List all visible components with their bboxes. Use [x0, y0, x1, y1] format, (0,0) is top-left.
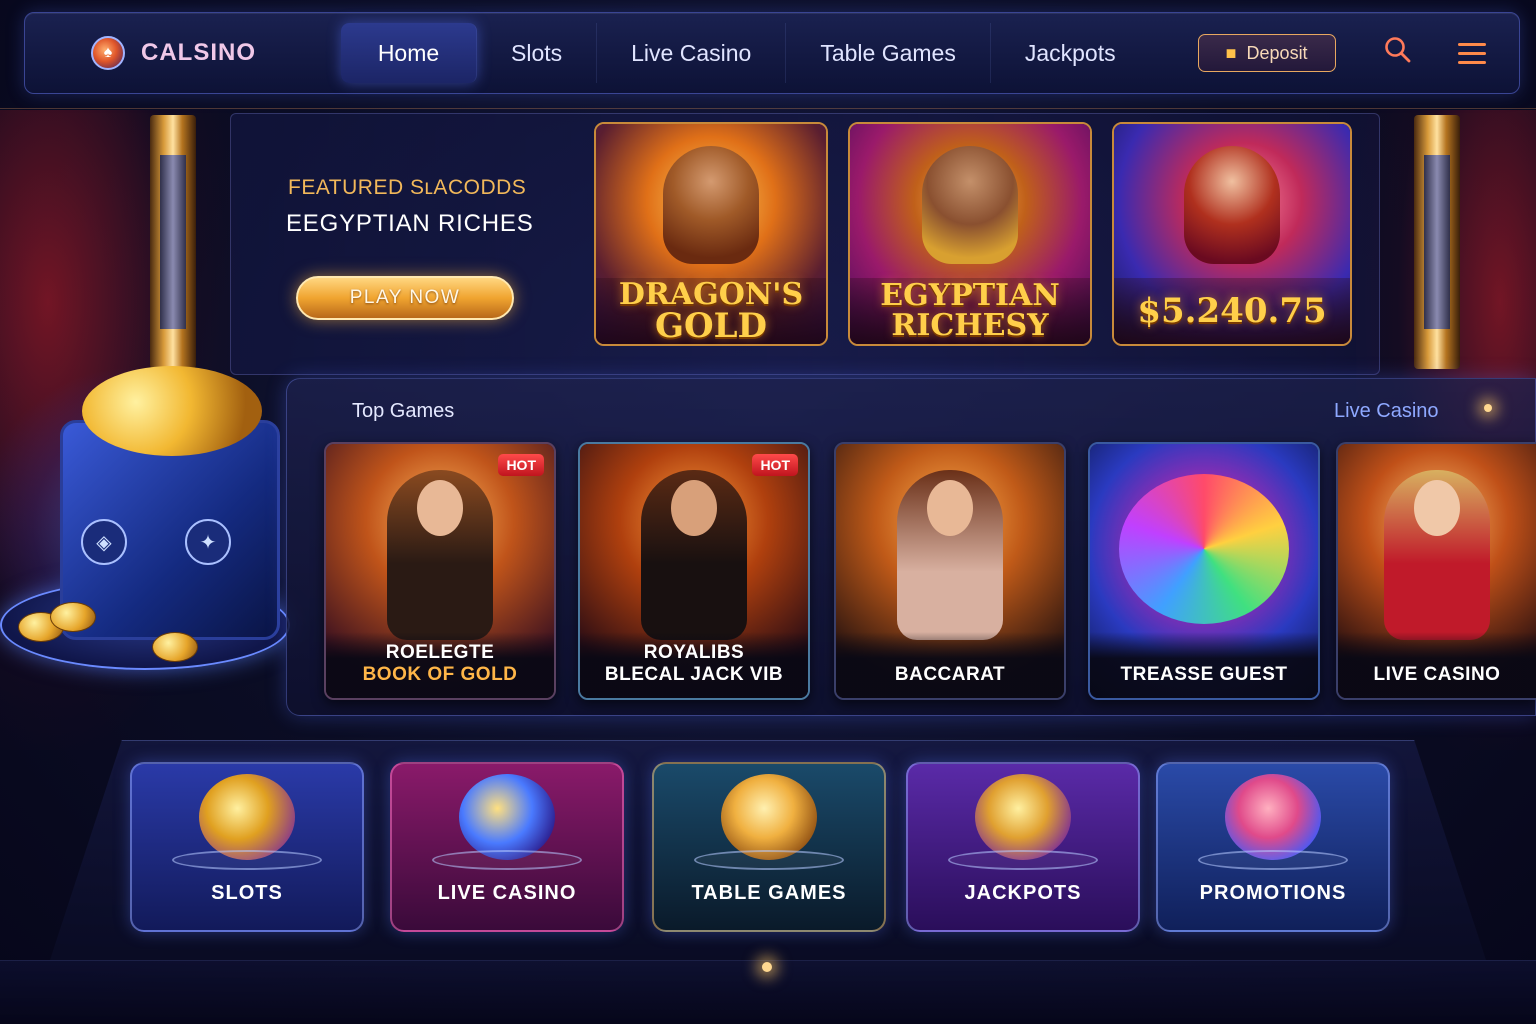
- gold-pillar-left: [150, 115, 196, 369]
- game-title-line1: BACCARAT: [894, 664, 1006, 685]
- category-tile-promotions[interactable]: PROMOTIONS: [1156, 762, 1390, 932]
- card-caption: EGYPTIAN RICHESY: [850, 278, 1090, 344]
- character-figure: [1184, 146, 1280, 264]
- card-caption: $5.240.75: [1114, 278, 1350, 344]
- game-card[interactable]: LIVE CASINO: [1336, 442, 1536, 700]
- dealer-figure: [1384, 470, 1490, 640]
- card-title-line2: RICHESY: [891, 308, 1049, 343]
- light-spark: [762, 962, 772, 972]
- top-navbar: ♠ CALSINO Home Slots Live Casino Table G…: [24, 12, 1520, 94]
- game-card-label: BACCARAT: [836, 632, 1064, 698]
- dealer-figure: [641, 470, 747, 640]
- category-tile-table-games[interactable]: TABLE GAMES: [652, 762, 886, 932]
- featured-card-egyptian-riches[interactable]: EGYPTIAN RICHESY: [848, 122, 1092, 346]
- game-title-line1: ROELEGTE: [385, 642, 495, 663]
- game-card[interactable]: HOT ROELEGTE BOOK OF GOLD: [324, 442, 556, 700]
- hot-badge: HOT: [498, 454, 544, 476]
- category-label: SLOTS: [211, 882, 283, 904]
- top-games-title: Top Games: [352, 400, 455, 422]
- nav-item-table-games[interactable]: Table Games: [786, 23, 991, 83]
- game-card-label: ROYALIBS BLECAL JACK VIB: [580, 632, 808, 698]
- game-card[interactable]: HOT ROYALIBS BLECAL JACK VIB: [578, 442, 810, 700]
- logo[interactable]: ♠ CALSINO: [91, 36, 341, 70]
- hot-badge: HOT: [752, 454, 798, 476]
- nav-item-home[interactable]: Home: [341, 23, 477, 83]
- slots-icon: [199, 774, 295, 860]
- category-label: JACKPOTS: [964, 882, 1082, 904]
- category-label: PROMOTIONS: [1199, 882, 1347, 904]
- category-tile-jackpots[interactable]: JACKPOTS: [906, 762, 1140, 932]
- live-casino-link[interactable]: Live Casino: [1334, 400, 1439, 423]
- jackpots-icon: [975, 774, 1071, 860]
- tile-pedestal: [694, 850, 844, 870]
- character-figure: [922, 146, 1018, 264]
- search-icon: [1384, 36, 1411, 62]
- card-title-line2: GOLD: [654, 306, 768, 346]
- card-title-line1: EGYPTIAN: [880, 278, 1060, 313]
- category-tile-live-casino[interactable]: LIVE CASINO: [390, 762, 624, 932]
- casino-logo-icon: ♠: [91, 36, 125, 70]
- gold-coins-pile: [82, 366, 262, 456]
- jackpot-amount: $5.240.75: [1137, 291, 1327, 331]
- game-title-line1: LIVE CASINO: [1373, 664, 1501, 685]
- emblem-icon: ◈: [81, 519, 127, 565]
- game-title-line1: TREASSE GUEST: [1120, 664, 1288, 685]
- featured-label: FEATURED SʟACODDS: [288, 176, 527, 199]
- deposit-button[interactable]: ■ Deposit: [1197, 34, 1336, 72]
- featured-card-dragons-gold[interactable]: DRAGON'S GOLD: [594, 122, 828, 346]
- gift-icon: ■: [1225, 42, 1237, 63]
- category-label: LIVE CASINO: [437, 882, 577, 904]
- game-title-line2: BOOK OF GOLD: [362, 664, 518, 685]
- game-card[interactable]: BACCARAT: [834, 442, 1066, 700]
- light-spark: [1484, 404, 1492, 412]
- dealer-figure: [387, 470, 493, 640]
- play-now-button[interactable]: PLAY NOW: [296, 276, 514, 320]
- emblem-icon: ✦: [185, 519, 231, 565]
- deposit-label: Deposit: [1246, 42, 1308, 63]
- character-figure: [663, 146, 759, 264]
- tile-pedestal: [432, 850, 582, 870]
- dealer-figure: [897, 470, 1003, 640]
- coin-icon: [50, 602, 96, 632]
- nav-item-jackpots[interactable]: Jackpots: [991, 23, 1150, 83]
- featured-title: EEGYPTIAN RICHES: [286, 210, 534, 237]
- featured-card-jackpot[interactable]: $5.240.75: [1112, 122, 1352, 346]
- tile-pedestal: [172, 850, 322, 870]
- live-casino-icon: [459, 774, 555, 860]
- table-games-icon: [721, 774, 817, 860]
- category-tile-slots[interactable]: SLOTS: [130, 762, 364, 932]
- promotions-icon: [1225, 774, 1321, 860]
- gold-pillar-right: [1414, 115, 1460, 369]
- nav-item-slots[interactable]: Slots: [477, 23, 598, 83]
- treasure-chest-illustration: ◈ ✦: [0, 350, 300, 720]
- search-button[interactable]: [1384, 36, 1412, 71]
- tile-pedestal: [948, 850, 1098, 870]
- card-caption: DRAGON'S GOLD: [596, 278, 826, 344]
- game-title-line2: BLECAL JACK VIB: [604, 664, 784, 685]
- game-card[interactable]: TREASSE GUEST: [1088, 442, 1320, 700]
- game-title-line1: ROYALIBS: [643, 642, 745, 663]
- game-card-label: ROELEGTE BOOK OF GOLD: [326, 632, 554, 698]
- game-card-label: LIVE CASINO: [1338, 632, 1536, 698]
- nav-item-live-casino[interactable]: Live Casino: [597, 23, 787, 83]
- coin-icon: [152, 632, 198, 662]
- tile-pedestal: [1198, 850, 1348, 870]
- slot-wheel-art: [1119, 474, 1289, 624]
- hamburger-menu-icon[interactable]: [1457, 42, 1486, 64]
- game-card-label: TREASSE GUEST: [1090, 632, 1318, 698]
- category-label: TABLE GAMES: [691, 882, 847, 904]
- logo-text: CALSINO: [141, 39, 256, 66]
